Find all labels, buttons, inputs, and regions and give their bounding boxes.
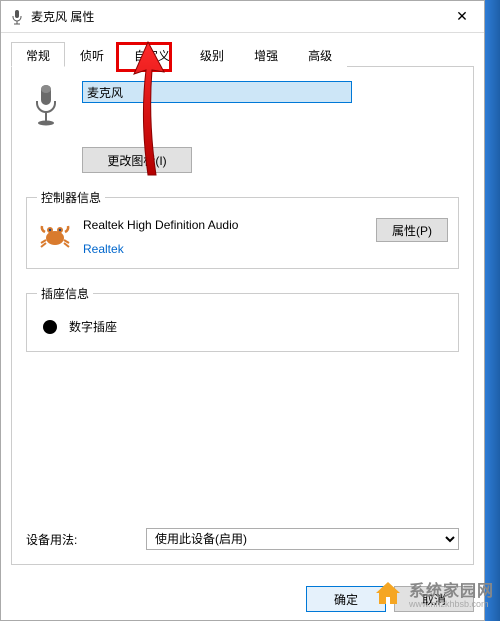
tab-listen[interactable]: 侦听 xyxy=(65,42,119,67)
usage-label: 设备用法: xyxy=(26,531,126,548)
controller-legend: 控制器信息 xyxy=(37,189,105,206)
tab-enhance[interactable]: 增强 xyxy=(239,42,293,67)
device-name-input[interactable] xyxy=(82,81,352,103)
window-title: 麦克风 属性 xyxy=(31,8,440,25)
controller-fieldset: 控制器信息 Realtek H xyxy=(26,189,459,269)
jack-legend: 插座信息 xyxy=(37,285,93,302)
jack-label: 数字插座 xyxy=(69,318,117,335)
tabstrip: 常规 侦听 自定义 级别 增强 高级 xyxy=(11,41,474,67)
tab-custom[interactable]: 自定义 xyxy=(119,42,185,67)
microphone-icon xyxy=(9,9,25,25)
tab-panel-general: 更改图标(I) 控制器信息 xyxy=(11,67,474,565)
jack-row: 数字插座 xyxy=(37,314,448,339)
jack-fieldset: 插座信息 数字插座 xyxy=(26,285,459,352)
desktop-edge xyxy=(485,0,500,621)
watermark-house-icon xyxy=(373,578,403,608)
controller-row: Realtek High Definition Audio Realtek 属性… xyxy=(37,218,448,256)
watermark-text: 系统家园网 xyxy=(409,577,494,601)
usage-select[interactable]: 使用此设备(启用) xyxy=(146,528,459,550)
change-icon-button[interactable]: 更改图标(I) xyxy=(82,147,192,173)
controller-text: Realtek High Definition Audio Realtek xyxy=(83,218,366,256)
jack-color-icon xyxy=(43,320,57,334)
microphone-large-icon xyxy=(26,81,66,129)
watermark-url: www.hnzkhbsb.com xyxy=(409,599,494,609)
close-button[interactable]: ✕ xyxy=(440,2,484,32)
content-area: 常规 侦听 自定义 级别 增强 高级 更改图标(I xyxy=(1,33,484,573)
usage-row: 设备用法: 使用此设备(启用) xyxy=(26,528,459,550)
device-row xyxy=(26,81,459,129)
realtek-crab-icon xyxy=(37,218,73,254)
controller-name: Realtek High Definition Audio xyxy=(83,218,366,232)
controller-vendor: Realtek xyxy=(83,242,366,256)
properties-dialog: 麦克风 属性 ✕ 常规 侦听 自定义 级别 增强 高级 xyxy=(0,0,485,621)
tab-levels[interactable]: 级别 xyxy=(185,42,239,67)
titlebar: 麦克风 属性 ✕ xyxy=(1,1,484,33)
controller-properties-button[interactable]: 属性(P) xyxy=(376,218,448,242)
tab-advanced[interactable]: 高级 xyxy=(293,42,347,67)
watermark: 系统家园网 www.hnzkhbsb.com xyxy=(373,577,494,609)
tab-general[interactable]: 常规 xyxy=(11,42,65,67)
